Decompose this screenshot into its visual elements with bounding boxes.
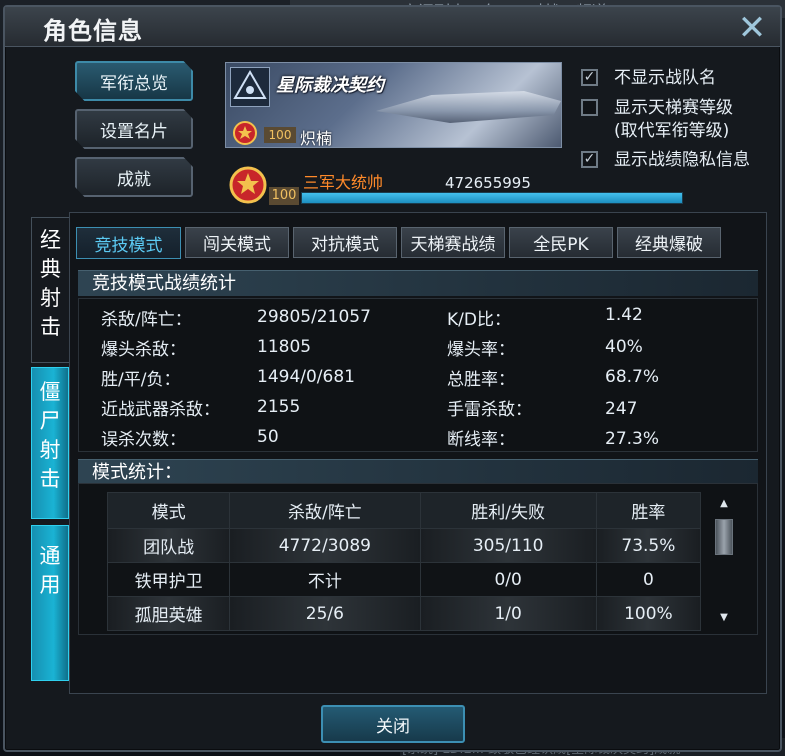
mode-stats-table: 模式 杀敌/阵亡 胜利/失败 胜率 团队战 4772/3089 305/110 …: [106, 492, 702, 631]
stat-value: 1494/0/681: [257, 367, 355, 387]
fleet-emblem-icon: [230, 67, 270, 107]
cell: 0/0: [419, 562, 597, 597]
stat-value: 1.42: [605, 305, 643, 325]
rank-xp: 472655995: [445, 174, 531, 192]
stats-panel: 竞技模式 闯关模式 对抗模式 天梯赛战绩 全民PK 经典爆破 竞技模式战绩统计 …: [69, 212, 767, 694]
mode-section-title: 模式统计：: [78, 459, 758, 485]
cell: 不计: [229, 562, 421, 597]
rank-name: 三军大统帅: [303, 173, 384, 192]
vtab-zombie-shooting[interactable]: 僵尸射击: [31, 367, 69, 519]
table-row[interactable]: 铁甲护卫 不计 0/0 0: [106, 562, 702, 597]
tab-bomb[interactable]: 经典爆破: [617, 227, 721, 258]
xp-progress-fill: [302, 193, 682, 203]
col-header: 模式: [106, 492, 231, 529]
option-show-privacy-stats[interactable]: ✓ 显示战绩隐私信息: [581, 149, 750, 172]
table-row[interactable]: 孤胆英雄 25/6 1/0 100%: [106, 596, 702, 631]
cell: 1/0: [419, 596, 597, 631]
cell: 孤胆英雄: [106, 596, 231, 631]
stat-label: 胜/平/负：: [101, 370, 181, 390]
vtab-label: 通用: [39, 544, 61, 597]
scrollbar-thumb[interactable]: [715, 519, 733, 555]
cell: 铁甲护卫: [106, 562, 231, 597]
mode-stats-box: 模式 杀敌/阵亡 胜利/失败 胜率 团队战 4772/3089 305/110 …: [78, 483, 758, 635]
checkbox[interactable]: ✓: [581, 151, 598, 168]
stat-value: 40%: [605, 337, 643, 357]
xp-progress-bar: [301, 192, 683, 204]
col-header: 胜利/失败: [419, 492, 597, 529]
checkbox[interactable]: [581, 99, 598, 116]
stat-label: 误杀次数：: [101, 430, 186, 450]
set-card-button[interactable]: 设置名片: [75, 109, 193, 149]
stat-value: 68.7%: [605, 367, 660, 387]
close-button[interactable]: 关闭: [321, 705, 465, 743]
table-row[interactable]: 团队战 4772/3089 305/110 73.5%: [106, 528, 702, 563]
spaceship-image: [376, 91, 561, 123]
rank-medal-icon: [227, 165, 269, 205]
stats-grid: 杀敌/阵亡： 29805/21057 爆头杀敌： 11805 胜/平/负： 14…: [78, 298, 758, 452]
stat-value: 27.3%: [605, 429, 660, 449]
character-info-dialog: 角色信息 ✕ 军衔总览 设置名片 成就 星际裁决契约 100 炽楠 100 三军…: [3, 5, 782, 752]
stat-label: 手雷杀敌：: [447, 400, 532, 420]
rank-overview-button[interactable]: 军衔总览: [75, 61, 193, 101]
vtab-general[interactable]: 通用: [31, 525, 69, 681]
stat-label: K/D比：: [447, 310, 511, 330]
table-header-row: 模式 杀敌/阵亡 胜利/失败 胜率: [106, 492, 702, 529]
achievements-button[interactable]: 成就: [75, 157, 193, 197]
col-header: 杀敌/阵亡: [229, 492, 421, 529]
banner-title: 星际裁决契约: [276, 75, 384, 96]
tab-competitive[interactable]: 竞技模式: [76, 227, 181, 259]
option-show-ladder-level[interactable]: 显示天梯赛等级 (取代军衔等级): [581, 97, 733, 143]
stat-label: 杀敌/阵亡：: [101, 310, 192, 330]
tab-adventure[interactable]: 闯关模式: [185, 227, 289, 258]
option-hide-team-name[interactable]: ✓ 不显示战队名: [581, 67, 716, 90]
vtab-classic-shooting[interactable]: 经典射击: [31, 217, 69, 363]
title-banner: 星际裁决契约 100 炽楠: [225, 62, 562, 148]
cell: 73.5%: [595, 528, 702, 563]
title-bar: 角色信息 ✕: [5, 7, 780, 47]
cell: 4772/3089: [229, 528, 421, 563]
stat-value: 50: [257, 427, 279, 447]
stat-value: 2155: [257, 397, 301, 417]
banner-level: 100: [264, 127, 296, 143]
stat-label: 爆头率：: [447, 340, 515, 360]
scroll-down-arrow-icon[interactable]: ▼: [715, 612, 733, 626]
checkbox[interactable]: ✓: [581, 69, 598, 86]
rank-medal-icon: [230, 121, 260, 145]
dialog-title: 角色信息: [43, 17, 143, 45]
scroll-up-arrow-icon[interactable]: ▲: [715, 498, 733, 512]
option-label: 显示天梯赛等级 (取代军衔等级): [614, 98, 733, 141]
tab-versus[interactable]: 对抗模式: [293, 227, 397, 258]
col-header: 胜率: [595, 492, 702, 529]
stat-label: 断线率：: [447, 430, 515, 450]
stat-value: 11805: [257, 337, 312, 357]
stat-value: 247: [605, 399, 638, 419]
cell: 0: [595, 562, 702, 597]
option-label: 显示战绩隐私信息: [614, 150, 750, 170]
close-icon[interactable]: ✕: [734, 11, 770, 47]
stat-label: 近战武器杀敌：: [101, 400, 220, 420]
rank-level: 100: [269, 187, 299, 205]
stat-value: 29805/21057: [257, 307, 371, 327]
vtab-label: 经典射击: [40, 228, 61, 339]
stats-section-title: 竞技模式战绩统计: [78, 270, 758, 296]
option-label: 不显示战队名: [614, 68, 716, 88]
cell: 团队战: [106, 528, 231, 563]
vtab-label: 僵尸射击: [39, 380, 61, 491]
cell: 305/110: [419, 528, 597, 563]
stat-label: 爆头杀敌：: [101, 340, 186, 360]
player-name: 炽楠: [300, 129, 333, 148]
cell: 100%: [595, 596, 702, 631]
tab-pk[interactable]: 全民PK: [509, 227, 613, 258]
tab-ladder[interactable]: 天梯赛战绩: [401, 227, 505, 258]
cell: 25/6: [229, 596, 421, 631]
stat-label: 总胜率：: [447, 370, 515, 390]
